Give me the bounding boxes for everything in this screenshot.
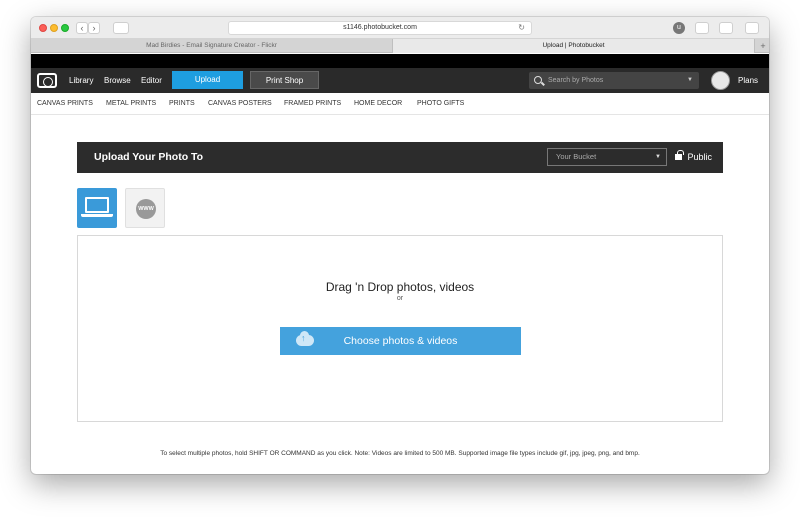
tabs-overview-icon[interactable] bbox=[745, 22, 759, 34]
search-placeholder: Search by Photos bbox=[548, 77, 604, 84]
photobucket-logo-icon[interactable] bbox=[37, 73, 57, 88]
www-icon: WWW bbox=[136, 199, 156, 219]
upload-button[interactable]: Upload bbox=[172, 71, 243, 89]
avatar[interactable] bbox=[711, 71, 730, 90]
nav-editor[interactable]: Editor bbox=[141, 68, 162, 93]
subnav-canvas-prints[interactable]: CANVAS PRINTS bbox=[37, 93, 93, 115]
drop-zone-title: Drag 'n Drop photos, videos bbox=[325, 280, 475, 294]
subnav-photo-gifts[interactable]: PHOTO GIFTS bbox=[417, 93, 464, 115]
nav-browse[interactable]: Browse bbox=[104, 68, 131, 93]
new-tab-button[interactable]: + bbox=[757, 39, 769, 53]
upload-footnote: To select multiple photos, hold SHIFT OR… bbox=[160, 450, 640, 457]
product-subnav: CANVAS PRINTS METAL PRINTS PRINTS CANVAS… bbox=[31, 93, 769, 115]
laptop-icon bbox=[81, 197, 113, 217]
url-text: s1146.photobucket.com bbox=[343, 24, 417, 31]
forward-button[interactable]: › bbox=[88, 22, 100, 34]
minimize-window-button[interactable] bbox=[50, 24, 58, 32]
subnav-framed-prints[interactable]: FRAMED PRINTS bbox=[284, 93, 341, 115]
subnav-home-decor[interactable]: HOME DECOR bbox=[354, 93, 402, 115]
sidebar-toggle-button[interactable] bbox=[113, 22, 129, 34]
privacy-label: Public bbox=[687, 152, 713, 162]
page-title: Upload Your Photo To bbox=[94, 151, 204, 163]
drop-zone[interactable]: Drag 'n Drop photos, videos or Choose ph… bbox=[77, 235, 723, 422]
search-input[interactable]: Search by Photos ▼ bbox=[529, 72, 699, 89]
share-icon[interactable] bbox=[719, 22, 733, 34]
chevron-down-icon[interactable]: ▼ bbox=[687, 72, 693, 89]
privacy-toggle[interactable]: Public bbox=[675, 142, 712, 173]
subnav-prints[interactable]: PRINTS bbox=[169, 93, 195, 115]
bucket-select-value: Your Bucket bbox=[556, 152, 597, 161]
back-button[interactable]: ‹ bbox=[76, 22, 88, 34]
browser-toolbar: ‹ › s1146.photobucket.com ↻ u bbox=[31, 17, 769, 39]
upload-from-web-button[interactable]: WWW bbox=[125, 188, 165, 228]
address-bar[interactable]: s1146.photobucket.com ↻ bbox=[228, 21, 532, 35]
app-navbar: Library Browse Editor Upload Print Shop … bbox=[31, 68, 769, 93]
tab-flickr[interactable]: Mad Birdies - Email Signature Creator - … bbox=[31, 39, 393, 53]
unlock-icon bbox=[675, 150, 684, 160]
bucket-select[interactable]: Your Bucket ▼ bbox=[547, 148, 667, 166]
close-window-button[interactable] bbox=[39, 24, 47, 32]
tab-photobucket-upload[interactable]: Upload | Photobucket bbox=[393, 39, 755, 53]
drop-zone-or: or bbox=[396, 295, 404, 302]
nav-library[interactable]: Library bbox=[69, 68, 93, 93]
nav-plans[interactable]: Plans bbox=[738, 68, 758, 93]
print-shop-button[interactable]: Print Shop bbox=[250, 71, 319, 89]
chevron-down-icon: ▼ bbox=[655, 154, 661, 160]
reload-icon[interactable]: ↻ bbox=[518, 22, 525, 34]
upload-header: Upload Your Photo To Your Bucket ▼ Publi… bbox=[77, 142, 723, 173]
cloud-upload-icon bbox=[296, 331, 314, 346]
browser-window: ‹ › s1146.photobucket.com ↻ u Mad Birdie… bbox=[31, 17, 769, 474]
subnav-metal-prints[interactable]: METAL PRINTS bbox=[106, 93, 156, 115]
tab-strip: Mad Birdies - Email Signature Creator - … bbox=[31, 39, 769, 53]
upload-from-computer-button[interactable] bbox=[77, 188, 117, 228]
choose-photos-button[interactable]: Choose photos & videos bbox=[280, 327, 521, 355]
zoom-window-button[interactable] bbox=[61, 24, 69, 32]
search-icon bbox=[534, 76, 542, 84]
choose-photos-label: Choose photos & videos bbox=[343, 335, 458, 347]
extension-icon[interactable]: u bbox=[673, 22, 685, 34]
subnav-canvas-posters[interactable]: CANVAS POSTERS bbox=[208, 93, 272, 115]
reader-icon[interactable] bbox=[695, 22, 709, 34]
top-banner bbox=[31, 54, 769, 68]
